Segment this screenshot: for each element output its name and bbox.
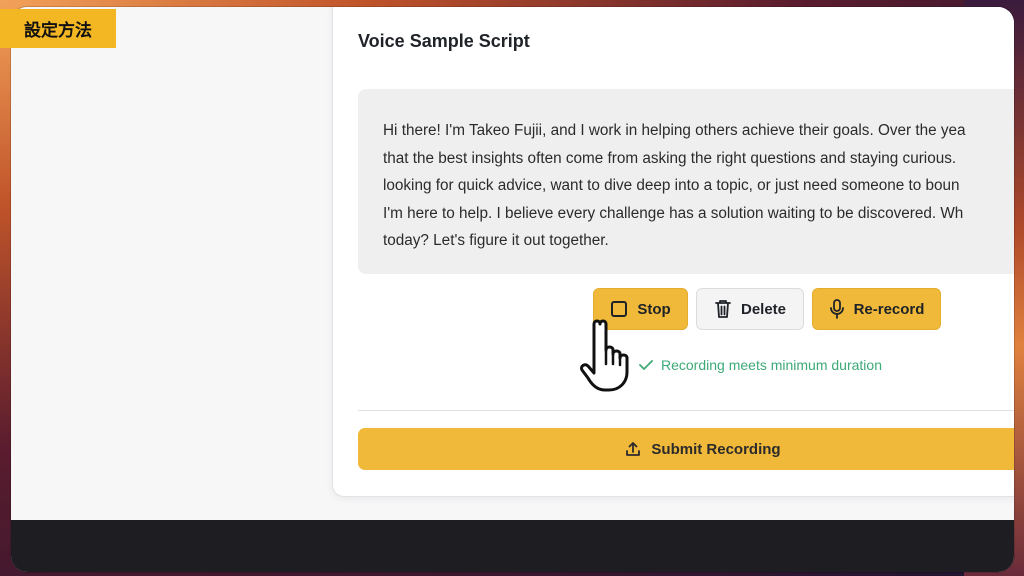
script-line: today? Let's figure it out together. [383,232,609,249]
trash-icon [714,299,732,319]
script-line: looking for quick advice, want to dive d… [383,177,960,194]
script-line: I'm here to help. I believe every challe… [383,204,964,222]
rerecord-button-label: Re-record [853,300,925,318]
divider [358,410,1014,411]
submit-recording-button[interactable]: Submit Recording [358,428,1014,470]
delete-button-label: Delete [740,300,787,318]
section-badge: 設定方法 [0,9,116,48]
app-window: Voice Sample Script Hi there! I'm Takeo … [11,7,1014,572]
script-text: Hi there! I'm Takeo Fujii, and I work in… [383,117,1014,255]
bottom-bar [11,520,1014,572]
recording-status: Recording meets minimum duration [639,357,882,373]
rerecord-button[interactable]: Re-record [812,288,941,330]
submit-button-label: Submit Recording [651,440,781,458]
voice-sample-card: Voice Sample Script Hi there! I'm Takeo … [332,7,1014,497]
microphone-icon [829,299,845,319]
script-line: Hi there! I'm Takeo Fujii, and I work in… [383,122,966,139]
delete-button[interactable]: Delete [696,288,804,330]
script-line: that the best insights often come from a… [383,149,957,167]
upload-icon [625,441,641,457]
stop-button-label: Stop [637,300,671,318]
card-title: Voice Sample Script [358,31,530,51]
status-text: Recording meets minimum duration [661,357,882,373]
stop-square-icon [610,300,628,318]
script-box: Hi there! I'm Takeo Fujii, and I work in… [358,89,1014,274]
pointer-hand-cursor [578,318,644,394]
